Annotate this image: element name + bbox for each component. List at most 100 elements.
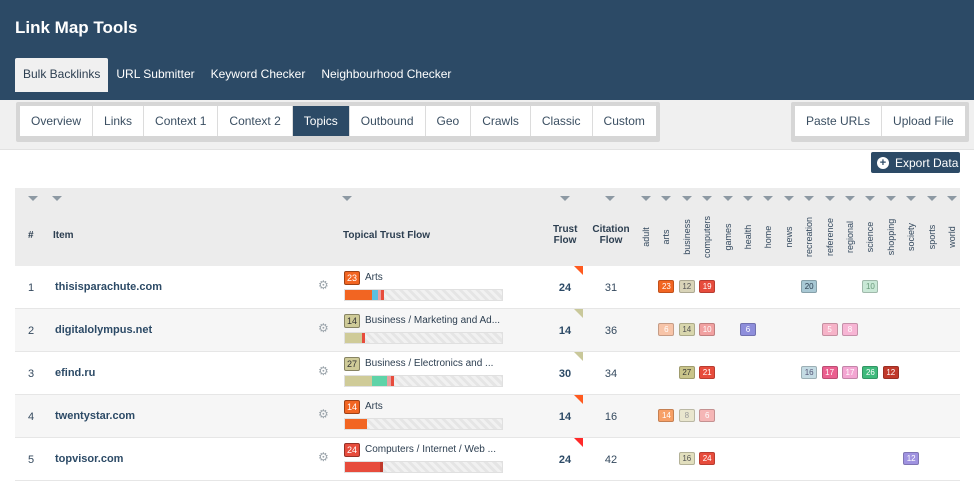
topic-score-badge[interactable]: 27 <box>678 366 695 379</box>
sort-caret-icon[interactable] <box>702 196 713 201</box>
subtab-topics[interactable]: Topics <box>292 106 350 136</box>
col-citation-flow[interactable]: Citation Flow <box>591 224 631 246</box>
topic-score-badge[interactable]: 14 <box>658 409 675 422</box>
topic-score-badge[interactable]: 20 <box>801 280 818 293</box>
col-topic-society[interactable]: society <box>901 212 921 262</box>
sort-caret-icon[interactable] <box>605 196 615 201</box>
sort-caret-icon[interactable] <box>52 196 62 201</box>
topic-score-badge[interactable]: 12 <box>678 280 695 293</box>
topic-score-badge[interactable]: 19 <box>699 280 716 293</box>
topic-score-badge[interactable]: 5 <box>821 323 838 336</box>
row-number: 2 <box>28 325 35 337</box>
ttf-value-badge: 27 <box>344 357 361 371</box>
topic-score-badge[interactable]: 8 <box>678 409 695 422</box>
col-topic-home[interactable]: home <box>758 212 778 262</box>
sort-caret-icon[interactable] <box>906 196 917 201</box>
sort-caret-icon[interactable] <box>885 196 896 201</box>
col-topic-shopping[interactable]: shopping <box>881 212 901 262</box>
col-topic-regional[interactable]: regional <box>840 212 860 262</box>
sort-caret-icon[interactable] <box>763 196 774 201</box>
subtab-custom[interactable]: Custom <box>592 106 656 136</box>
topic-score-badge[interactable]: 10 <box>699 323 716 336</box>
citation-flow-value: 31 <box>604 282 618 294</box>
col-topic-health[interactable]: health <box>738 212 758 262</box>
tab-url-submitter[interactable]: URL Submitter <box>108 58 202 92</box>
gear-icon[interactable]: ⚙ <box>318 407 329 421</box>
ttf-value-badge: 14 <box>344 314 361 328</box>
col-topic-business[interactable]: business <box>677 212 697 262</box>
sort-caret-icon[interactable] <box>722 196 733 201</box>
sort-caret-icon[interactable] <box>743 196 753 201</box>
sort-caret-icon[interactable] <box>845 196 855 201</box>
col-topic-computers[interactable]: computers <box>697 212 717 262</box>
topic-score-badge[interactable]: 16 <box>678 452 695 465</box>
col-topic-sports[interactable]: sports <box>922 212 942 262</box>
gear-icon[interactable]: ⚙ <box>318 278 329 292</box>
sort-caret-icon[interactable] <box>865 196 876 201</box>
topic-score-badge[interactable]: 16 <box>801 366 818 379</box>
gear-icon[interactable]: ⚙ <box>318 364 329 378</box>
gear-icon[interactable]: ⚙ <box>318 450 329 464</box>
topic-score-badge[interactable]: 12 <box>903 452 920 465</box>
subtab-classic[interactable]: Classic <box>530 106 593 136</box>
subtab-links[interactable]: Links <box>93 106 145 136</box>
topic-score-badge[interactable]: 21 <box>699 366 716 379</box>
topic-score-badge[interactable]: 6 <box>740 323 756 336</box>
upload-file-button[interactable]: Upload File <box>882 106 965 136</box>
sort-caret-icon[interactable] <box>926 196 937 201</box>
sort-caret-icon[interactable] <box>342 196 352 201</box>
topic-score-badge[interactable]: 8 <box>842 323 858 336</box>
sort-caret-icon[interactable] <box>560 196 570 201</box>
subtab-context-1[interactable]: Context 1 <box>144 106 219 136</box>
sort-caret-icon[interactable] <box>661 196 672 201</box>
item-link[interactable]: efind.ru <box>55 367 95 379</box>
col-topic-world[interactable]: world <box>942 212 962 262</box>
sort-caret-icon[interactable] <box>804 196 815 201</box>
sort-caret-icon[interactable] <box>824 196 835 201</box>
item-link[interactable]: thisisparachute.com <box>55 281 162 293</box>
item-link[interactable]: topvisor.com <box>55 453 123 465</box>
tab-neighbourhood-checker[interactable]: Neighbourhood Checker <box>313 58 459 92</box>
trust-flow-value: 14 <box>558 411 572 423</box>
tab-keyword-checker[interactable]: Keyword Checker <box>203 58 314 92</box>
topic-score-badge[interactable]: 6 <box>658 323 675 336</box>
col-topic-reference[interactable]: reference <box>820 212 840 262</box>
item-link[interactable]: twentystar.com <box>55 410 135 422</box>
sort-caret-icon[interactable] <box>28 196 38 201</box>
subtab-context-2[interactable]: Context 2 <box>218 106 293 136</box>
topic-score-badge[interactable]: 26 <box>862 366 879 379</box>
topic-score-badge[interactable]: 23 <box>658 280 675 293</box>
subtab-crawls[interactable]: Crawls <box>471 106 531 136</box>
tab-bulk-backlinks[interactable]: Bulk Backlinks <box>15 58 109 92</box>
paste-urls-button[interactable]: Paste URLs <box>795 106 883 136</box>
topic-score-badge[interactable]: 14 <box>678 323 695 336</box>
topic-score-badge[interactable]: 12 <box>882 366 899 379</box>
topic-score-badge[interactable]: 17 <box>842 366 858 379</box>
col-topic-news[interactable]: news <box>779 212 799 262</box>
col-topic-science[interactable]: science <box>860 212 880 262</box>
col-topic-adult[interactable]: adult <box>636 212 656 262</box>
col-topic-recreation[interactable]: recreation <box>799 212 819 262</box>
subtab-outbound[interactable]: Outbound <box>349 106 426 136</box>
topic-score-badge[interactable]: 24 <box>699 452 716 465</box>
row-number: 4 <box>28 411 35 423</box>
col-topic-arts[interactable]: arts <box>656 212 676 262</box>
sort-caret-icon[interactable] <box>947 196 957 201</box>
sort-caret-icon[interactable] <box>783 196 794 201</box>
topic-score-badge[interactable]: 17 <box>821 366 838 379</box>
col-trust-flow[interactable]: Trust Flow <box>553 224 577 246</box>
gear-icon[interactable]: ⚙ <box>318 321 329 335</box>
sort-caret-icon[interactable] <box>681 196 692 201</box>
topic-score-badge[interactable]: 6 <box>699 409 716 422</box>
item-link[interactable]: digitalolympus.net <box>55 324 152 336</box>
topic-flag-icon <box>574 438 583 447</box>
subtab-overview[interactable]: Overview <box>20 106 94 136</box>
subtab-geo[interactable]: Geo <box>425 106 472 136</box>
ttf-bar-segment <box>345 376 372 386</box>
sort-caret-icon[interactable] <box>641 196 651 201</box>
export-data-button[interactable]: + Export Data <box>871 152 960 173</box>
topic-score-badge[interactable]: 10 <box>862 280 879 293</box>
col-item[interactable]: Item <box>53 230 74 241</box>
col-topical-trust-flow[interactable]: Topical Trust Flow <box>343 230 430 241</box>
col-topic-games[interactable]: games <box>718 212 738 262</box>
